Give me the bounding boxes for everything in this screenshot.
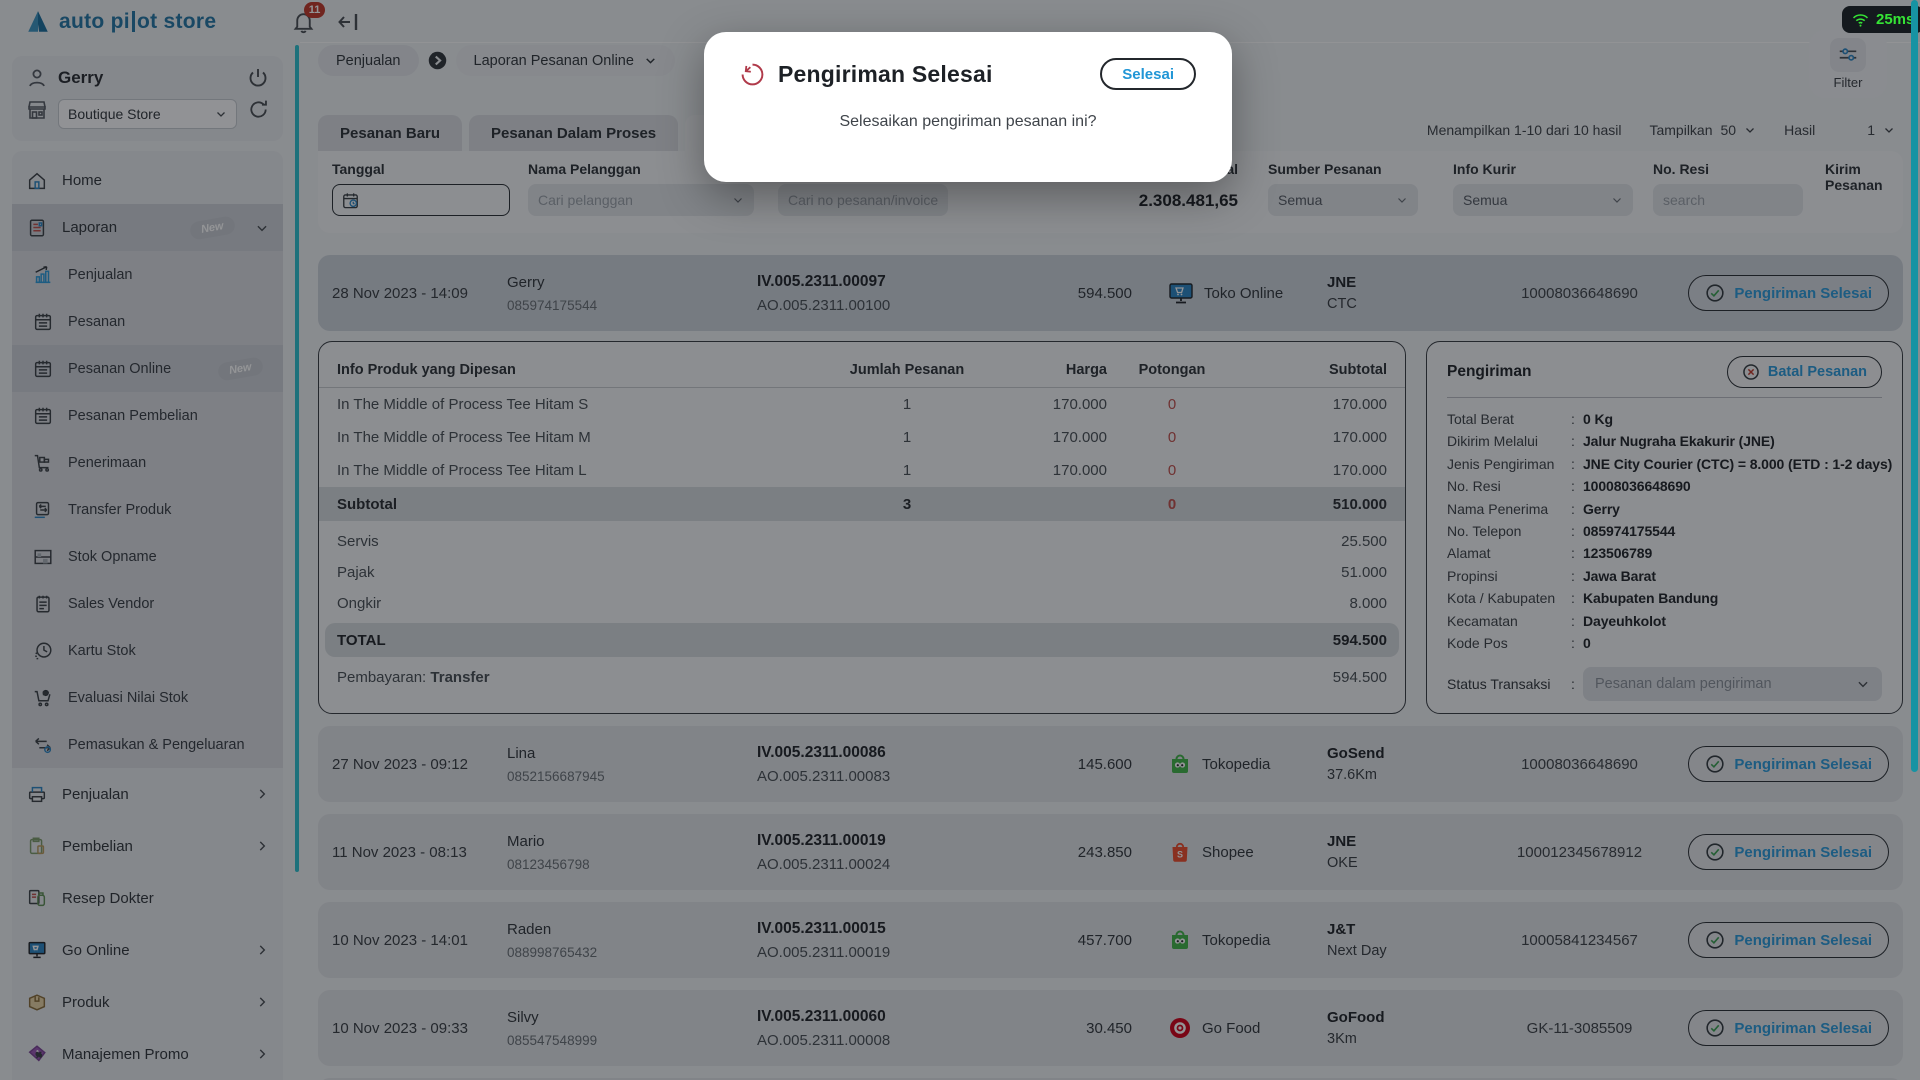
latency-badge: 25ms bbox=[1842, 6, 1920, 33]
wifi-icon bbox=[1852, 13, 1869, 27]
latency-value: 25ms bbox=[1876, 11, 1914, 28]
modal-message: Selesaikan pengiriman pesanan ini? bbox=[740, 113, 1196, 131]
selesai-button[interactable]: Selesai bbox=[1100, 58, 1196, 90]
pengiriman-selesai-modal: Pengiriman Selesai Selesai Selesaikan pe… bbox=[704, 32, 1232, 182]
modal-title: Pengiriman Selesai bbox=[778, 61, 1087, 88]
undo-back-icon[interactable] bbox=[740, 62, 765, 87]
scrollbar-thumb[interactable] bbox=[1911, 0, 1918, 772]
app-root: { "colors":{"accent":"#2d9cdb","teal":"#… bbox=[0, 0, 1920, 1080]
